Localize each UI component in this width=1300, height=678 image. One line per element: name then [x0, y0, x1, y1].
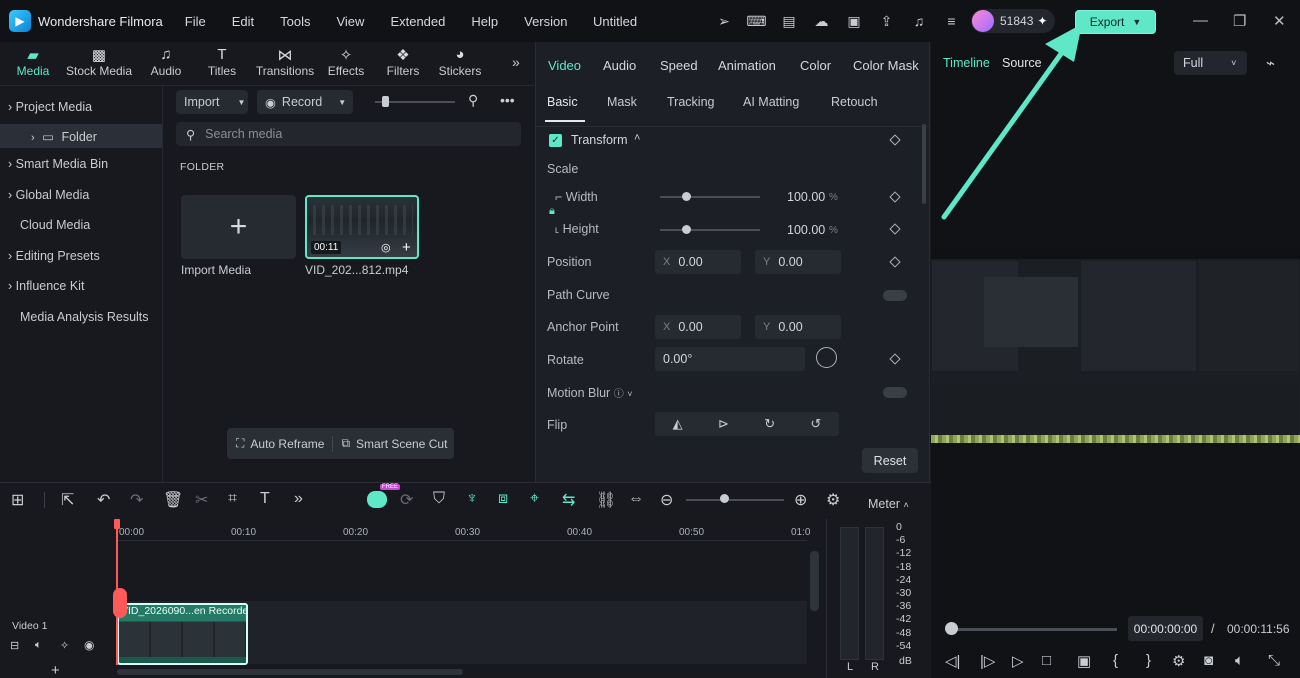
annotation-arrow: [941, 24, 1082, 220]
filmora-window: ▶ Wondershare Filmora File Edit Tools Vi…: [0, 0, 1300, 678]
